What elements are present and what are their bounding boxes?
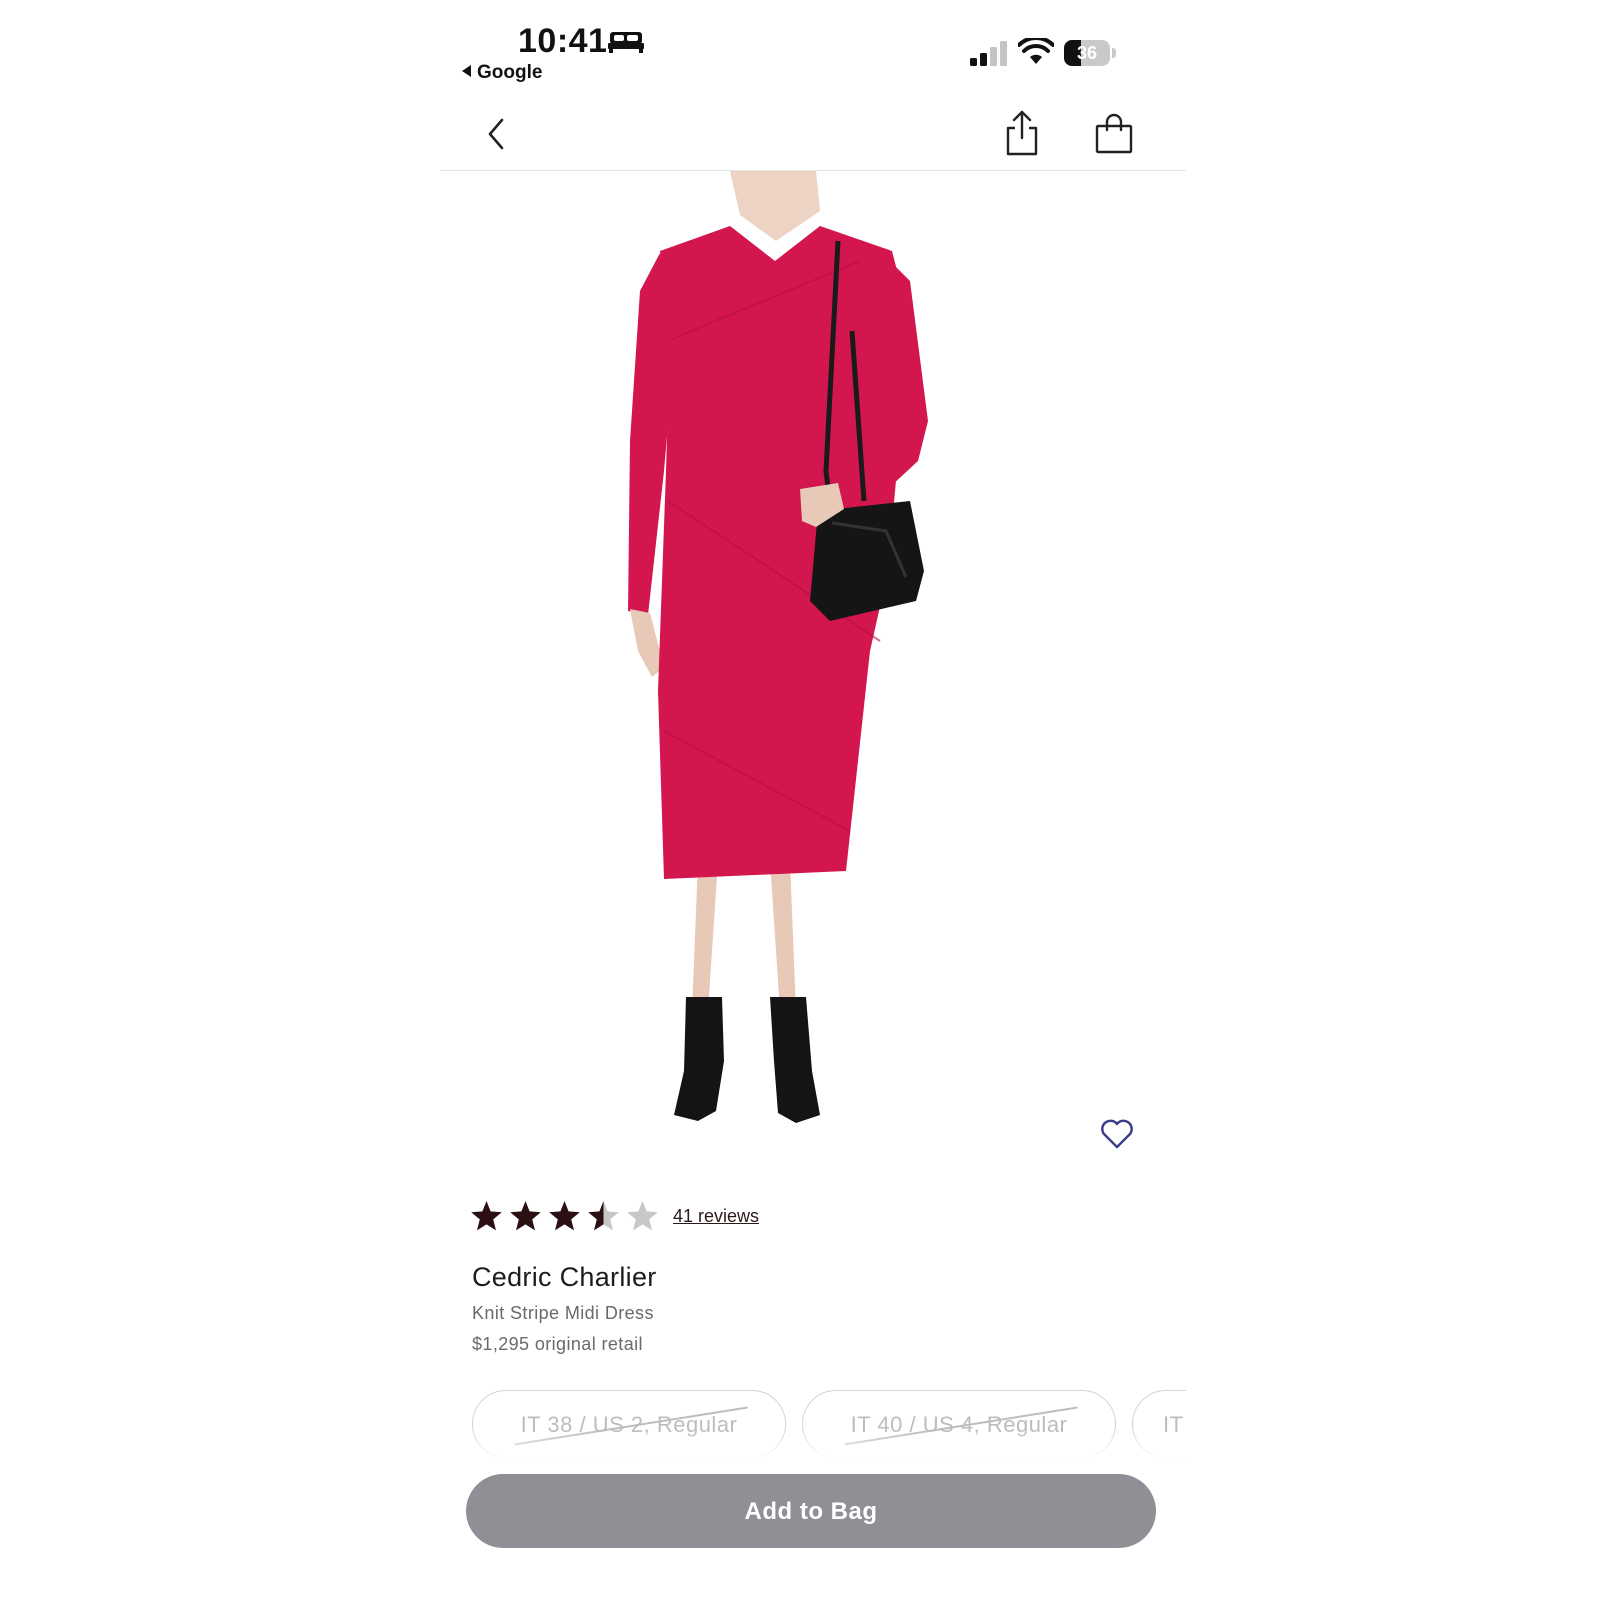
model-legs: [692, 861, 796, 1011]
star-icon: [588, 1201, 619, 1231]
star-icon: [510, 1201, 541, 1231]
add-to-bag-button[interactable]: Add to Bag: [466, 1474, 1156, 1548]
status-time: 10:41: [518, 22, 608, 60]
cellular-signal-icon: [970, 41, 1007, 66]
right-boot: [770, 997, 820, 1123]
top-nav-bar: [440, 100, 1186, 171]
product-image[interactable]: [440, 171, 1186, 1161]
left-boot: [674, 997, 724, 1121]
star-icon: [549, 1201, 580, 1231]
star-rating: [470, 1200, 659, 1232]
scroll-fade: [440, 1430, 1186, 1460]
battery-percent: 36: [1076, 43, 1098, 63]
star-icon: [471, 1201, 502, 1231]
wifi-icon: [1018, 38, 1054, 64]
phone-screen: 10:41 Google 36 41 reviews Cedric Charli…: [440, 0, 1186, 1600]
reviews-link[interactable]: 41 reviews: [673, 1206, 759, 1227]
product-name: Knit Stripe Midi Dress: [472, 1303, 654, 1323]
sleep-focus-icon: [608, 32, 644, 53]
heart-outline-icon[interactable]: [1100, 1118, 1134, 1150]
product-rating: 41 reviews: [470, 1198, 759, 1234]
battery-indicator: 36: [1064, 40, 1116, 66]
chevron-left-icon[interactable]: [478, 114, 518, 154]
product-price: $1,295 original retail: [472, 1334, 643, 1354]
share-icon[interactable]: [1000, 108, 1044, 158]
product-designer: Cedric Charlier: [472, 1262, 657, 1292]
back-app-label: Google: [477, 62, 543, 83]
model-neck: [730, 171, 820, 241]
back-triangle-icon: [462, 65, 471, 77]
back-to-app-link[interactable]: Google: [462, 62, 542, 84]
star-icon: [627, 1201, 658, 1231]
shopping-bag-icon[interactable]: [1092, 112, 1136, 156]
